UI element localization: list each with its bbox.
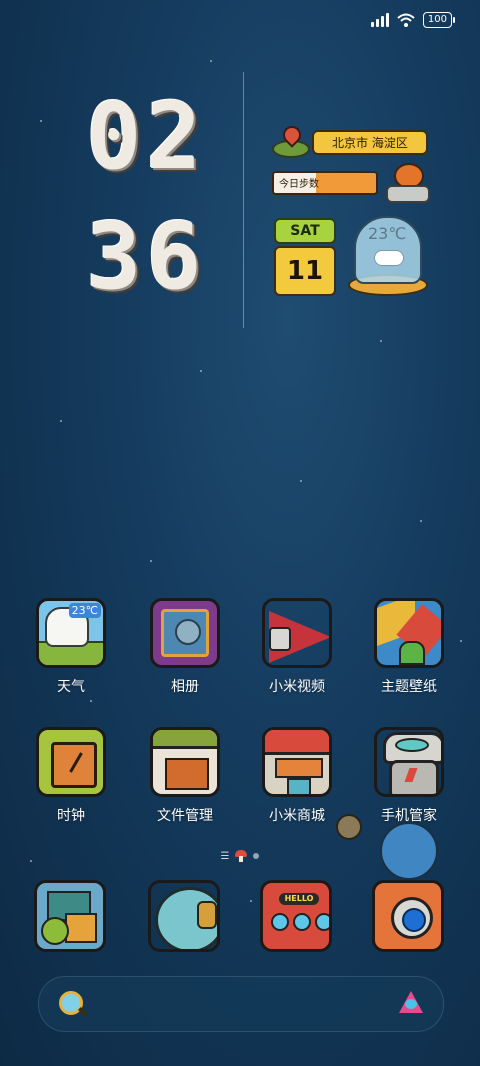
wifi-icon — [397, 13, 415, 27]
xiaoai-icon[interactable] — [399, 991, 423, 1015]
battery-level: 100 — [427, 14, 447, 25]
app-label: 天气 — [57, 679, 85, 695]
store-icon — [262, 727, 332, 797]
weekday-badge[interactable]: SAT — [274, 218, 336, 244]
clock-minutes: 3 6 — [86, 208, 206, 306]
app-mi-video[interactable]: 小米视频 — [247, 598, 347, 696]
app-label: 时钟 — [57, 808, 85, 824]
app-mi-store[interactable]: 小米商城 — [247, 727, 347, 825]
browser-icon — [148, 880, 220, 952]
robot-icon — [374, 727, 444, 797]
steps-widget[interactable]: 今日步数 — [272, 163, 430, 203]
app-weather[interactable]: 23℃ 天气 — [21, 598, 121, 696]
location-widget[interactable]: 北京市 海淀区 — [272, 122, 428, 158]
app-label: 主题壁纸 — [381, 679, 437, 695]
themes-icon — [374, 598, 444, 668]
steps-label: 今日步数 — [279, 179, 319, 190]
search-icon[interactable] — [59, 991, 83, 1015]
dock-phone[interactable] — [20, 880, 120, 952]
dock-messages[interactable]: HELLO — [246, 880, 346, 952]
list-page-icon: ☰ — [220, 850, 230, 862]
app-gallery[interactable]: 相册 — [135, 598, 235, 696]
cloud-icon — [374, 250, 404, 266]
weather-icon: 23℃ — [36, 598, 106, 668]
gallery-icon — [150, 598, 220, 668]
steps-bar: 今日步数 — [272, 171, 378, 195]
app-file-manager[interactable]: 文件管理 — [135, 727, 235, 825]
app-label: 小米商城 — [269, 808, 325, 824]
folder-icon — [150, 727, 220, 797]
app-label: 小米视频 — [269, 679, 325, 695]
location-pin-icon — [272, 122, 310, 158]
page-dot — [253, 853, 260, 859]
clock-widget[interactable]: 0 2 3 6 — [86, 88, 206, 328]
weather-globe-widget[interactable]: 23℃ — [348, 216, 428, 296]
video-icon — [262, 598, 332, 668]
clock-hours: 0 2 — [86, 88, 206, 186]
page-indicator[interactable]: ☰ — [0, 850, 480, 862]
messages-icon: HELLO — [260, 880, 332, 952]
app-themes[interactable]: 主题壁纸 — [359, 598, 459, 696]
dock-browser[interactable] — [134, 880, 234, 952]
signal-icon — [370, 13, 389, 27]
clock-icon — [36, 727, 106, 797]
widget-divider — [243, 72, 244, 328]
search-bar[interactable] — [38, 976, 444, 1032]
phone-icon — [34, 880, 106, 952]
date-badge[interactable]: 11 — [274, 246, 336, 296]
pumpkin-runner-icon — [384, 163, 430, 203]
clock-minute-tens: 3 — [86, 203, 142, 310]
globe-temperature: 23℃ — [368, 224, 407, 243]
hello-plate: HELLO — [279, 893, 319, 905]
app-clock[interactable]: 时钟 — [21, 727, 121, 825]
app-label: 相册 — [171, 679, 199, 695]
battery-icon: 100 — [422, 12, 456, 28]
location-label: 北京市 海淀区 — [312, 129, 428, 155]
clock-hour-tens: 0 — [86, 83, 142, 190]
dock-camera[interactable] — [358, 880, 458, 952]
clock-minute-ones: 6 — [146, 203, 202, 310]
app-label: 文件管理 — [157, 808, 213, 824]
clock-hour-ones: 2 — [146, 83, 202, 190]
status-bar: 100 — [370, 12, 456, 28]
weather-icon-temp: 23℃ — [68, 603, 101, 618]
mushroom-page-icon — [235, 850, 248, 862]
camera-icon — [372, 880, 444, 952]
